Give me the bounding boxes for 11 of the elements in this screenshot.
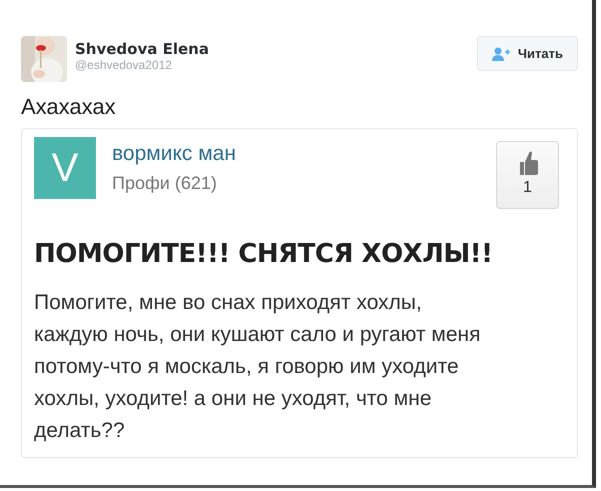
tweet-text: Ахахахах xyxy=(21,94,117,120)
user-rank: Профи (621) xyxy=(112,172,218,194)
user-name[interactable]: вормикс ман xyxy=(112,141,236,167)
follow-button[interactable]: Читать xyxy=(476,36,578,71)
add-user-icon xyxy=(492,46,510,60)
question-text: Помогите, мне во снах приходят хохлы, каждую ночь, они кушают сало и ругают меня потому-что я москаль, я говорю им уходите хохлы, уходите! а они не уходят, что мне делать?? xyxy=(34,290,482,444)
user-avatar: V xyxy=(34,137,96,200)
thumbs-up-icon xyxy=(518,150,538,176)
question-title: ПОМОГИТЕ!!! СНЯТСЯ ХОХЛЫ!! xyxy=(34,239,494,271)
author-name[interactable]: Shvedova Elena xyxy=(75,40,209,58)
like-button[interactable]: 1 xyxy=(496,141,559,210)
